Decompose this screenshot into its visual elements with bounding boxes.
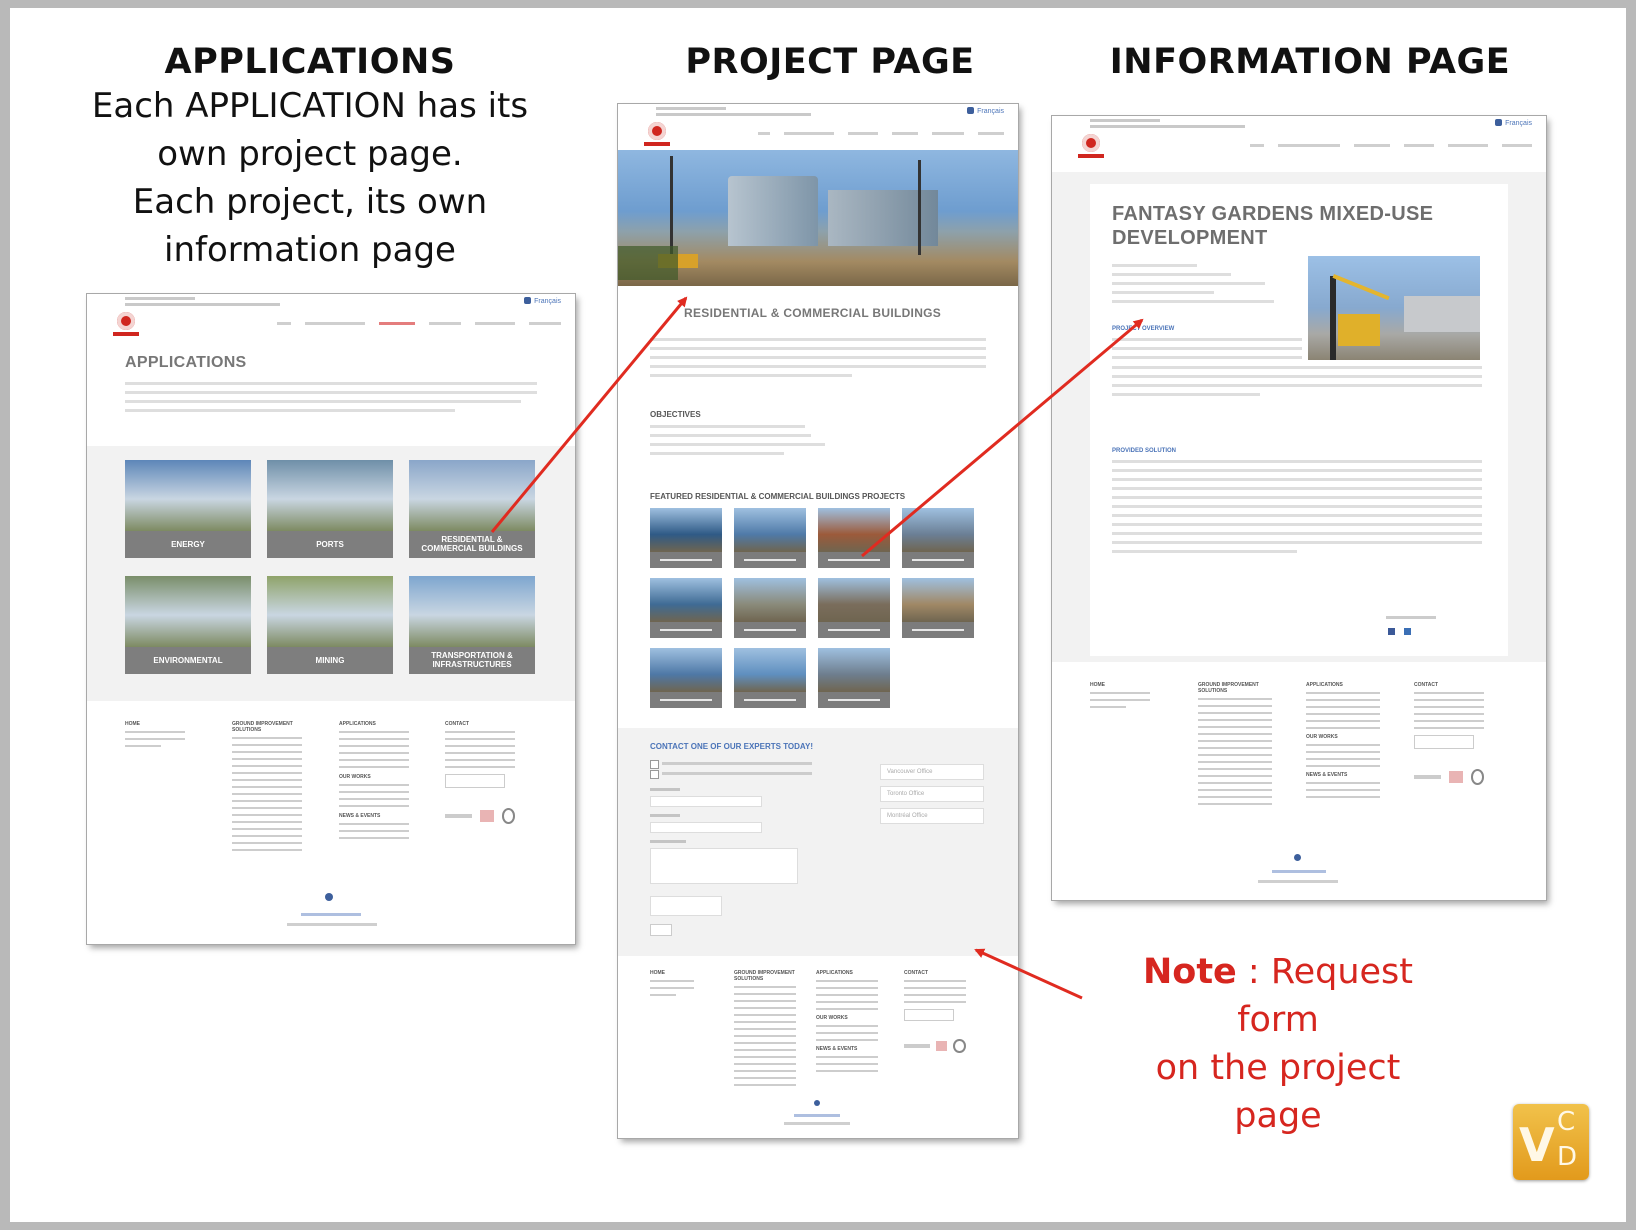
arrow-to-information-page — [861, 318, 1144, 558]
note-bold: Note — [1142, 952, 1237, 992]
arrow-to-project-page — [490, 296, 688, 533]
vcd-logo: V C D — [1513, 1104, 1589, 1180]
note-line2: on the project page — [1155, 1048, 1401, 1136]
vcd-logo-v: V — [1519, 1118, 1555, 1172]
vcd-logo-c: C — [1557, 1107, 1576, 1137]
note-text: : Request form — [1236, 952, 1414, 1040]
arrow-to-request-form — [974, 948, 1083, 1000]
note-annotation: Note : Request form on the project page — [1128, 948, 1428, 1140]
vcd-logo-d: D — [1557, 1142, 1578, 1172]
slide: APPLICATIONS Each APPLICATION has its ow… — [10, 8, 1626, 1222]
